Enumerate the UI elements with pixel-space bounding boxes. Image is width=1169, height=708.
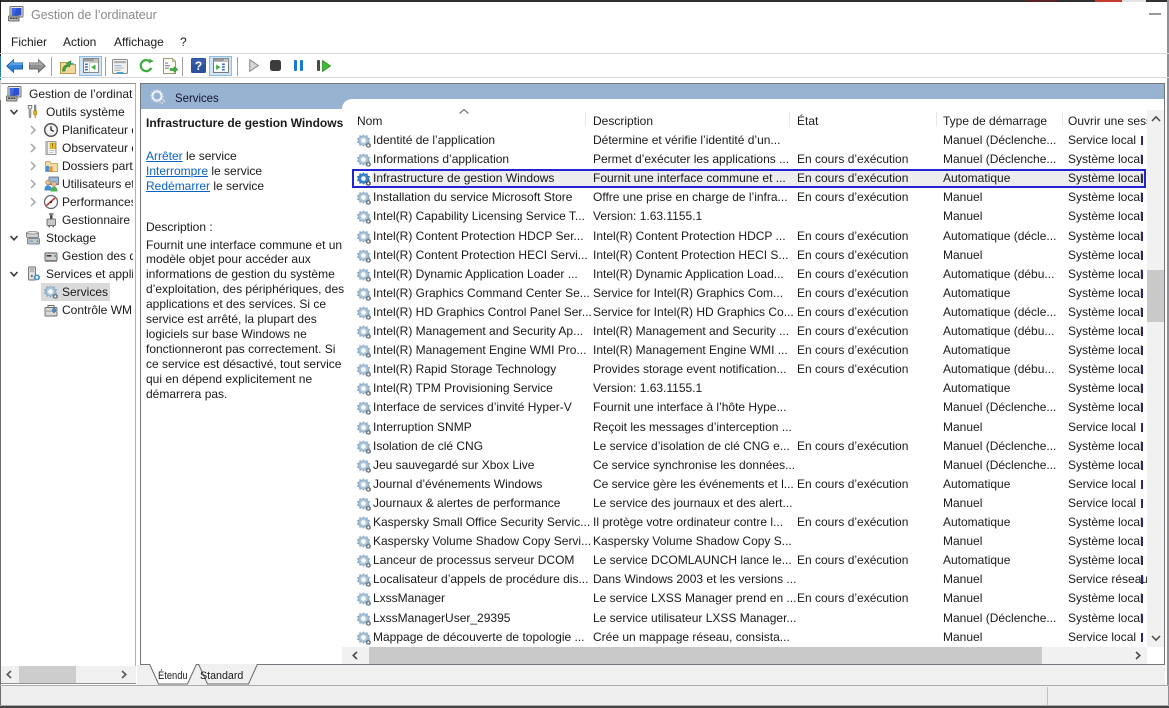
svg-text:!: !	[52, 144, 54, 150]
svg-text:?: ?	[195, 59, 202, 73]
